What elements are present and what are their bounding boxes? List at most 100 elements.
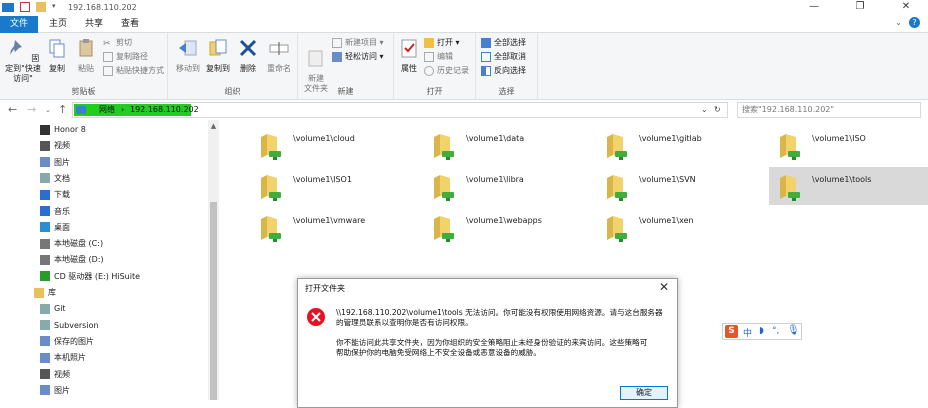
dialog-close-icon[interactable]: ✕ <box>659 280 669 294</box>
nav-item[interactable]: 本机照片 <box>40 350 86 366</box>
scroll-up-icon[interactable]: ▲ <box>208 122 219 130</box>
nav-item[interactable]: 图片 <box>40 383 70 399</box>
properties-icon[interactable] <box>20 2 30 12</box>
folder-name: \volume1\gitlab <box>639 134 702 143</box>
select-none-button[interactable]: 全部取消 <box>481 51 526 63</box>
nav-item[interactable]: 下载 <box>40 187 70 203</box>
tab-home[interactable]: 主页 <box>44 16 72 33</box>
folder-name: \volume1\xen <box>639 216 694 225</box>
forward-arrow-icon[interactable]: → <box>27 103 36 116</box>
nav-item[interactable]: CD 驱动器 (E:) HiSuite <box>40 269 140 285</box>
up-arrow-icon[interactable]: ↑ <box>58 103 67 116</box>
nav-item[interactable]: 库 <box>34 285 56 301</box>
error-icon <box>307 308 325 326</box>
network-share-folder[interactable]: \volume1\cloud <box>250 126 420 164</box>
paste-shortcut-button[interactable]: 粘贴快捷方式 <box>103 65 164 77</box>
maximize-button[interactable]: ❐ <box>837 0 883 16</box>
back-arrow-icon[interactable]: ← <box>8 103 17 116</box>
address-input[interactable]: 网络 › 192.168.110.202 ⌄ ↻ <box>72 102 728 118</box>
copy-to-button[interactable]: 复制到 <box>204 37 232 74</box>
folder-name: \volume1\cloud <box>293 134 355 143</box>
nav-item[interactable]: 音乐 <box>40 204 70 220</box>
network-share-folder[interactable]: \volume1\xen <box>596 208 766 246</box>
network-folder-icon <box>780 175 800 201</box>
video-icon <box>40 140 50 151</box>
nav-item[interactable]: 视频 <box>40 367 70 383</box>
network-share-folder[interactable]: \volume1\webapps <box>423 208 593 246</box>
breadcrumb-host[interactable]: 192.168.110.202 <box>130 104 199 116</box>
pin-quick-access-button[interactable]: 固定到"快速访问" <box>3 37 43 84</box>
half-width-icon[interactable]: ◗ <box>759 326 764 336</box>
minimize-button[interactable]: — <box>791 0 837 16</box>
refresh-icon[interactable]: ↻ <box>714 104 721 116</box>
address-dropdown-icon[interactable]: ⌄ <box>701 104 708 116</box>
nav-item[interactable]: Git <box>40 301 66 317</box>
new-folder-icon <box>308 50 323 67</box>
close-button[interactable]: ✕ <box>883 0 928 16</box>
ime-mode[interactable]: 中 <box>743 326 752 339</box>
tab-view[interactable]: 查看 <box>116 16 144 33</box>
copy-button[interactable]: 复制 <box>45 37 69 74</box>
network-share-folder[interactable]: \volume1\ISO1 <box>250 167 420 205</box>
copy-path-button[interactable]: 复制路径 <box>103 51 148 63</box>
network-folder-icon <box>261 175 281 201</box>
collapse-ribbon-icon[interactable]: ⌄ <box>895 18 902 27</box>
ok-button[interactable]: 确定 <box>620 386 668 400</box>
select-all-icon <box>481 37 491 48</box>
nav-item[interactable]: 视频 <box>40 138 70 154</box>
nav-item-label: 保存的图片 <box>54 336 94 346</box>
invert-selection-button[interactable]: 反向选择 <box>481 65 526 77</box>
nav-item-label: 库 <box>48 288 56 297</box>
network-share-folder[interactable]: \volume1\vmware <box>250 208 420 246</box>
network-share-folder[interactable]: \volume1\ISO <box>769 126 928 164</box>
picture-icon <box>40 157 50 168</box>
open-button[interactable]: 打开 ▾ <box>424 37 460 49</box>
nav-item[interactable]: Subversion <box>40 318 99 334</box>
search-input[interactable]: 搜索"192.168.110.202" <box>737 102 921 118</box>
properties-button[interactable]: 属性 <box>397 37 421 74</box>
cut-button[interactable]: ✂ 剪切 <box>103 37 132 49</box>
scroll-thumb[interactable] <box>210 202 217 400</box>
group-label-new: 新建 <box>337 87 354 96</box>
nav-item-label: Subversion <box>54 320 99 330</box>
move-to-button[interactable]: 移动到 <box>174 37 202 74</box>
nav-item-label: Honor 8 <box>54 125 86 134</box>
edit-button[interactable]: 编辑 <box>424 51 453 63</box>
folder-name: \volume1\ISO1 <box>293 175 352 184</box>
rename-button[interactable]: 重命名 <box>264 37 294 74</box>
microphone-icon[interactable]: 🎙 <box>787 325 800 336</box>
easy-access-button[interactable]: 轻松访问 ▾ <box>332 51 384 63</box>
ime-toolbar[interactable]: S 中 ◗ °, 🎙 <box>722 323 802 340</box>
network-share-folder[interactable]: \volume1\libra <box>423 167 593 205</box>
recent-locations-chevron-icon[interactable]: ⌄ <box>45 106 51 114</box>
breadcrumb-network[interactable]: 网络 <box>99 104 115 116</box>
paste-button[interactable]: 粘贴 <box>74 37 98 74</box>
copy-icon <box>49 39 65 58</box>
nav-item[interactable]: Honor 8 <box>40 122 86 138</box>
quick-access-toolbar: ▾ <box>2 2 58 12</box>
new-folder-icon[interactable] <box>36 2 46 12</box>
nav-item[interactable]: 桌面 <box>40 220 70 236</box>
group-label-clipboard: 剪贴板 <box>71 87 96 96</box>
nav-item[interactable]: 本地磁盘 (D:) <box>40 252 104 268</box>
nav-scrollbar[interactable]: ▲ <box>208 120 219 400</box>
network-share-folder[interactable]: \volume1\tools <box>769 167 928 205</box>
delete-button[interactable]: 删除 <box>236 37 260 74</box>
group-organize: 移动到 复制到 删除 重命名 组织 <box>168 33 298 100</box>
history-button[interactable]: 历史记录 <box>424 65 469 77</box>
help-icon[interactable]: ? <box>909 17 920 28</box>
nav-item[interactable]: 本地磁盘 (C:) <box>40 236 103 252</box>
qat-dropdown-icon[interactable]: ▾ <box>52 2 58 12</box>
nav-item[interactable]: 保存的图片 <box>40 334 94 350</box>
nav-item[interactable]: 文档 <box>40 171 70 187</box>
network-share-folder[interactable]: \volume1\SVN <box>596 167 766 205</box>
select-all-button[interactable]: 全部选择 <box>481 37 526 49</box>
punctuation-icon[interactable]: °, <box>772 326 779 336</box>
network-folder-icon <box>780 134 800 160</box>
network-share-folder[interactable]: \volume1\gitlab <box>596 126 766 164</box>
nav-item[interactable]: 图片 <box>40 155 70 171</box>
network-share-folder[interactable]: \volume1\data <box>423 126 593 164</box>
tab-file[interactable]: 文件 <box>0 16 38 33</box>
new-item-button[interactable]: 新建项目 ▾ <box>332 37 384 49</box>
tab-share[interactable]: 共享 <box>80 16 108 33</box>
